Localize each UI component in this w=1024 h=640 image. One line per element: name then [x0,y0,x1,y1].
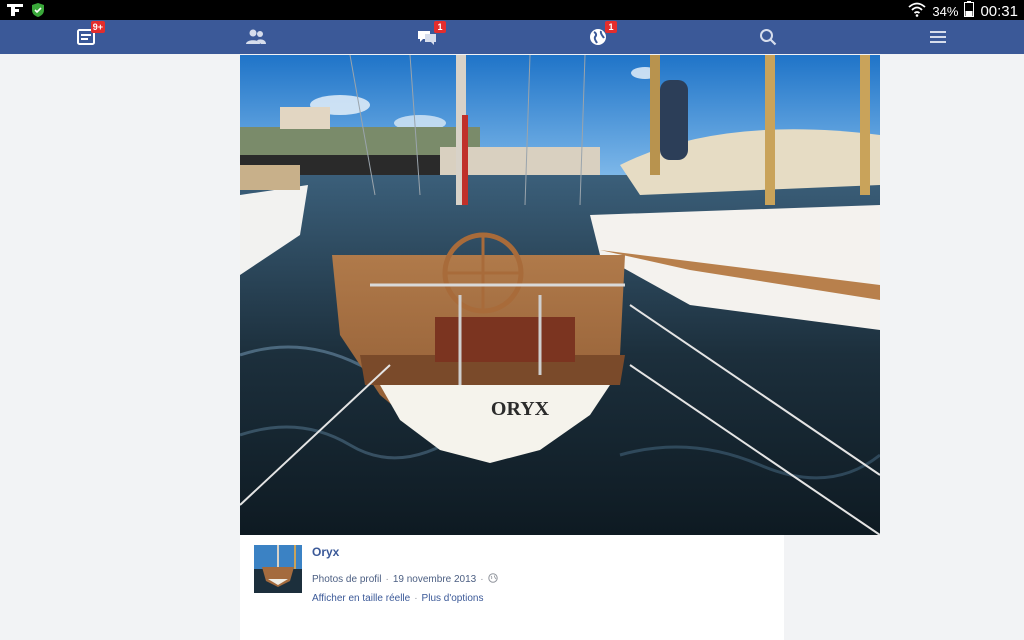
profile-thumbnail[interactable] [254,545,302,593]
notifications-button[interactable]: 1 [585,21,617,50]
messages-badge: 1 [434,21,446,33]
facebook-nav-bar: 9+ 1 1 [0,20,1024,54]
clock: 00:31 [980,3,1018,20]
wifi-icon [908,1,927,22]
post-caption-card: Oryx Photos de profil · 19 novembre 2013… [240,535,784,640]
news-feed-button[interactable]: 9+ [73,21,105,50]
post-photo[interactable]: ORYX [240,55,880,535]
post-title[interactable]: Oryx [312,545,339,559]
post-meta: Photos de profil · 19 novembre 2013 · [312,573,498,586]
battery-percent: 34% [932,4,959,19]
friend-requests-button[interactable] [243,24,269,50]
meta-separator-2: · [480,574,484,585]
search-button[interactable] [755,24,781,50]
search-icon [760,29,777,46]
notifications-badge: 1 [605,21,617,33]
sailboat-photo-image: ORYX [240,55,880,535]
view-full-size-link[interactable]: Afficher en taille réelle [312,593,410,604]
album-link[interactable]: Photos de profil [312,574,382,585]
menu-button[interactable] [925,24,951,50]
hamburger-menu-icon [930,31,946,43]
actions-separator: · [414,593,418,604]
meta-separator: · [385,574,389,585]
boat-name-label: ORYX [491,398,550,420]
status-right-icons: 34% 00:31 [908,1,1018,22]
privacy-public-icon[interactable] [487,573,498,586]
friends-icon [246,29,266,44]
more-options-link[interactable]: Plus d'options [422,593,484,604]
android-status-bar: 34% 00:31 [0,0,1024,20]
battery-icon [964,1,975,22]
thumbnail-image [254,545,302,593]
post-date[interactable]: 19 novembre 2013 [393,574,476,585]
messages-button[interactable]: 1 [414,21,446,50]
post-actions: Afficher en taille réelle · Plus d'optio… [312,593,484,604]
news-feed-badge: 9+ [90,21,105,33]
